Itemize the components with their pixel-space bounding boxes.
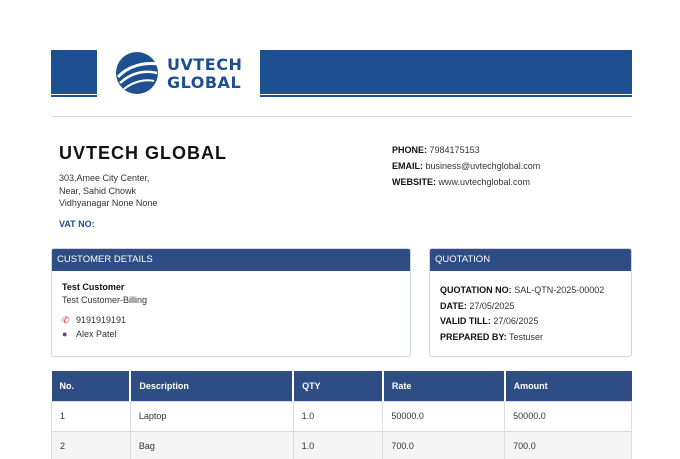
logo-line-2: GLOBAL [167,73,242,92]
address-line: Near, Sahid Chowk [59,185,137,196]
website-row: WEBSITE: www.uvtechglobal.com [392,174,540,190]
quotation-body: QUOTATION NO: SAL-QTN-2025-00002 DATE: 2… [430,271,631,356]
person-icon: ● [62,329,68,339]
logo-line-1: UVTECH [167,55,243,74]
company-name: UVTECH GLOBAL [59,143,227,163]
customer-details-title: CUSTOMER DETAILS [52,249,410,271]
vat-label: VAT NO: [59,218,95,229]
customer-details-body: Test Customer Test Customer-Billing ✆ 919… [52,271,410,350]
customer-contact-row: ● Alex Patel [62,329,400,339]
quotation-prepared: Testuser [509,331,544,342]
column-header-qty: QTY [293,371,384,401]
customer-phone-row: ✆ 9191919191 [62,315,400,326]
cell-description: Laptop [129,400,294,432]
quotation-prepared-label: PREPARED BY: [440,331,507,342]
cell-rate: 700.0 [382,430,506,459]
globe-logo-icon [116,52,159,94]
cell-no: 1 [51,400,131,432]
cell-qty: 1.0 [292,430,384,459]
cell-rate: 50000.0 [382,400,506,432]
email-label: EMAIL: [392,161,423,171]
quotation-no-label: QUOTATION NO: [440,285,512,295]
customer-details-card: CUSTOMER DETAILS Test Customer Test Cust… [51,248,411,357]
column-header-no: No. [51,371,132,401]
quotation-prepared-row: PREPARED BY: Testuser [440,330,621,346]
column-header-rate: Rate [382,371,506,401]
cell-qty: 1.0 [292,400,384,432]
cell-amount: 700.0 [504,430,632,459]
phone-label: PHONE: [392,145,428,155]
cell-description: Bag [129,430,294,459]
cell-amount: 50000.0 [504,400,632,432]
customer-phone: 9191919191 [76,315,127,325]
quotation-card: QUOTATION QUOTATION NO: SAL-QTN-2025-000… [429,248,632,357]
quotation-no-row: QUOTATION NO: SAL-QTN-2025-00002 [440,283,621,299]
quotation-date-label: DATE: [440,300,467,311]
address-line: 303,Amee City Center, [59,173,150,183]
quotation-valid: 27/06/2025 [493,316,539,326]
quotation-no: SAL-QTN-2025-00002 [514,285,605,295]
table-row: 2 Bag 1.0 700.0 700.0 [51,430,632,459]
customer-contact-person: Alex Patel [76,329,117,339]
header-divider [51,116,632,117]
header-banner: UVTECH GLOBAL [51,50,632,97]
address-line: Vidhyanagar None None [59,198,158,208]
customer-name: Test Customer [62,282,125,292]
quotation-valid-label: VALID TILL: [440,316,491,326]
company-info: UVTECH GLOBAL 303,Amee City Center, Near… [59,143,227,229]
table-header-row: No. Description QTY Rate Amount [51,371,632,401]
customer-billing: Test Customer-Billing [62,295,148,305]
company-contact: PHONE: 7984175153 EMAIL: business@uvtech… [392,142,540,190]
quotation-date: 27/05/2025 [469,300,515,311]
items-table: No. Description QTY Rate Amount 1 Laptop… [51,371,632,459]
banner-band-right [260,50,632,94]
banner-rule-right [260,95,632,97]
column-header-amount: Amount [504,371,632,401]
company-logo: UVTECH GLOBAL [114,52,254,96]
banner-band-left [51,50,97,94]
quotation-valid-row: VALID TILL: 27/06/2025 [440,314,621,330]
phone-icon: ✆ [62,315,70,325]
quotation-date-row: DATE: 27/05/2025 [440,299,621,315]
email-value[interactable]: business@uvtechglobal.com [426,161,541,171]
website-label: WEBSITE: [392,177,436,187]
phone-row: PHONE: 7984175153 [392,142,540,158]
table-row: 1 Laptop 1.0 50000.0 50000.0 [51,400,632,432]
logo-wordmark: UVTECH GLOBAL [167,56,242,92]
phone-value: 7984175153 [429,145,480,155]
banner-rule-left [51,95,97,97]
quotation-title: QUOTATION [430,249,631,271]
company-address: 303,Amee City Center, Near, Sahid Chowk … [59,172,227,210]
column-header-description: Description [130,371,295,401]
cell-no: 2 [51,430,131,459]
website-value[interactable]: www.uvtechglobal.com [439,177,531,187]
email-row: EMAIL: business@uvtechglobal.com [392,158,540,174]
